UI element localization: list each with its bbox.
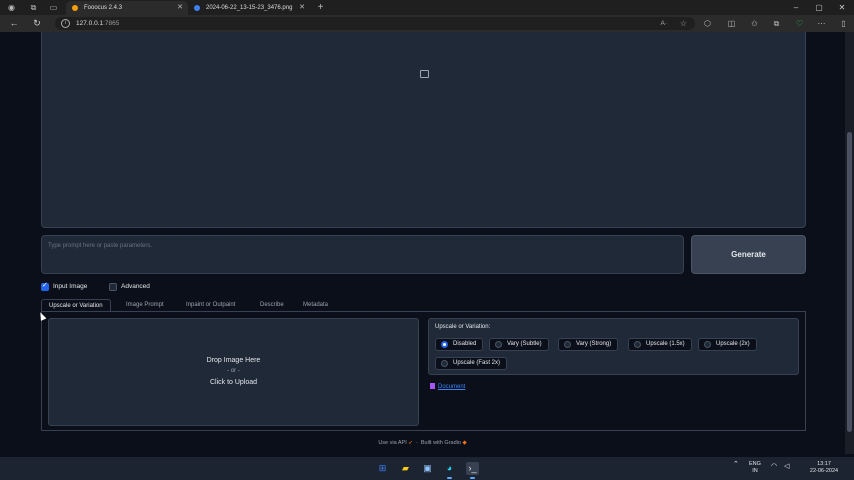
favorite-star-icon[interactable]: ☆	[680, 17, 687, 30]
gallery-output-panel	[41, 32, 806, 228]
sidebar-toggle-icon[interactable]: ▯	[838, 18, 849, 29]
volume-icon[interactable]: ◁	[784, 463, 789, 470]
radio-dot-icon	[634, 341, 641, 348]
page-scrollbar[interactable]	[845, 32, 854, 454]
radio-upscale-2x[interactable]: Upscale (2x)	[698, 338, 757, 351]
radio-dot-icon	[564, 341, 571, 348]
fooocus-favicon-icon	[72, 5, 78, 11]
split-screen-icon[interactable]: ◫	[726, 18, 737, 29]
use-via-api-link[interactable]: Use via API	[378, 440, 406, 446]
prompt-input[interactable]: Type prompt here or paste parameters.	[41, 235, 684, 274]
close-tab-icon[interactable]: ✕	[177, 1, 183, 15]
minimize-icon[interactable]: –	[789, 0, 803, 15]
store-icon[interactable]: ▣	[421, 462, 434, 475]
workspaces-icon[interactable]: ⧉	[29, 3, 38, 12]
radio-disabled[interactable]: Disabled	[435, 338, 484, 351]
rocket-icon: ➶	[408, 440, 413, 446]
radio-dot-icon	[441, 341, 448, 348]
maximize-icon[interactable]: ▢	[812, 0, 826, 15]
upscale-variation-title: Upscale or Variation:	[435, 324, 491, 330]
settings-more-icon[interactable]: ⋯	[816, 18, 827, 29]
back-icon[interactable]: ←	[8, 18, 20, 29]
radio-dot-icon	[441, 360, 448, 367]
advanced-checkbox[interactable]	[109, 283, 117, 291]
browser-essentials-icon[interactable]: ♡	[794, 18, 805, 29]
radio-upscale-fast-2x[interactable]: Upscale (Fast 2x)	[435, 357, 508, 370]
scrollbar-thumb[interactable]	[847, 132, 852, 432]
document-link[interactable]: Document	[430, 383, 465, 390]
read-aloud-icon[interactable]: A·	[661, 17, 668, 30]
address-bar[interactable]: i 127.0.0.1:7865 A· ☆	[55, 17, 695, 30]
radio-upscale-1-5x[interactable]: Upscale (1.5x)	[628, 338, 692, 351]
browser-tab-title: 2024-06-22_13-15-23_3476.png	[206, 5, 293, 11]
new-tab-icon[interactable]: +	[316, 3, 325, 13]
terminal-icon[interactable]: ›_	[466, 462, 479, 479]
browser-tab-fooocus[interactable]: Fooocus 2.4.3 ✕	[66, 1, 188, 15]
extensions-icon[interactable]: ⬡	[702, 18, 713, 29]
collections-icon[interactable]: ⧉	[771, 18, 782, 29]
wifi-icon[interactable]: ◠	[771, 463, 777, 470]
built-with-gradio-link[interactable]: Built with Gradio	[421, 440, 461, 446]
browser-tab-image[interactable]: 2024-06-22_13-15-23_3476.png ✕	[188, 1, 310, 15]
browser-toolbar: ← ↻ i 127.0.0.1:7865 A· ☆ ⬡ ◫ ✩ ⧉ ♡ ⋯ ▯	[0, 15, 854, 32]
input-image-checkbox[interactable]	[41, 281, 49, 291]
image-upload-dropzone[interactable]: Drop Image Here - or - Click to Upload	[48, 318, 419, 426]
image-placeholder-icon	[420, 70, 429, 78]
windows-taskbar: ⊞ ▰ ▣ ◕ ›_ ⌃ ENG IN ◠ ◁ 13:17 22-06-2024	[0, 457, 854, 480]
window-close-icon[interactable]: ✕	[835, 0, 849, 15]
radio-vary-subtle[interactable]: Vary (Subtle)	[489, 338, 549, 351]
profile-icon[interactable]: ◉	[7, 3, 16, 12]
document-icon	[430, 383, 435, 389]
tab-actions-icon[interactable]: ▭	[49, 3, 58, 12]
show-hidden-icons-icon[interactable]: ⌃	[733, 461, 739, 468]
advanced-label[interactable]: Advanced	[121, 282, 150, 291]
favorites-icon[interactable]: ✩	[749, 18, 760, 29]
windows-start-icon[interactable]: ⊞	[376, 462, 389, 475]
drop-image-text: Drop Image Here	[206, 357, 261, 364]
url-text: 127.0.0.1:7865	[76, 20, 120, 27]
refresh-icon[interactable]: ↻	[31, 18, 43, 29]
clock[interactable]: 13:17 22-06-2024	[802, 461, 846, 475]
click-to-upload-text: Click to Upload	[209, 379, 258, 386]
radio-dot-icon	[495, 341, 502, 348]
generate-button[interactable]: Generate	[691, 235, 806, 274]
footer-separator: ·	[415, 440, 418, 446]
radio-dot-icon	[704, 341, 711, 348]
file-explorer-icon[interactable]: ▰	[399, 462, 412, 475]
or-separator: - or -	[227, 368, 240, 374]
image-favicon-icon	[194, 5, 200, 11]
input-image-label[interactable]: Input Image	[53, 282, 87, 291]
edge-browser-icon[interactable]: ◕	[443, 462, 456, 479]
radio-vary-strong[interactable]: Vary (Strong)	[558, 338, 619, 351]
language-indicator[interactable]: ENG IN	[749, 461, 761, 475]
browser-tab-title: Fooocus 2.4.3	[84, 5, 123, 11]
page-footer: Use via API ➶ · Built with Gradio ◆	[0, 440, 845, 446]
close-tab-icon[interactable]: ✕	[299, 1, 305, 15]
gradio-logo-icon: ◆	[462, 440, 467, 446]
upscale-variation-panel: Upscale or Variation: Disabled Vary (Sub…	[428, 318, 799, 375]
browser-tab-strip: ◉ ⧉ ▭ Fooocus 2.4.3 ✕ 2024-06-22_13-15-2…	[0, 0, 854, 15]
site-info-icon[interactable]: i	[61, 19, 70, 28]
